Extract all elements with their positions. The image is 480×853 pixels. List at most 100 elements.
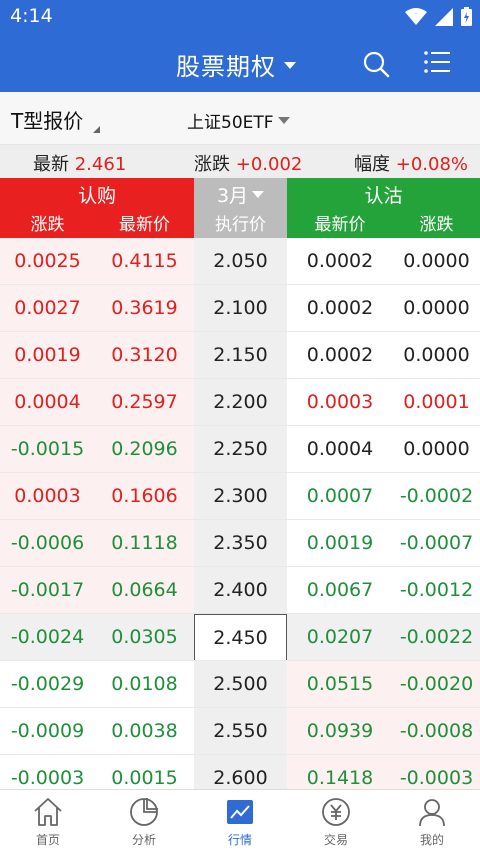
put-change-cell[interactable]: 0.0000 — [393, 332, 480, 379]
table-row[interactable]: -0.0017 0.0664 2.400 0.0067 -0.0012 — [0, 567, 480, 614]
put-change-cell[interactable]: -0.0012 — [393, 567, 480, 614]
call-last-cell[interactable]: 0.2597 — [95, 379, 194, 426]
call-change-cell[interactable]: -0.0003 — [0, 755, 95, 789]
put-last-cell[interactable]: 0.0003 — [287, 379, 393, 426]
table-row[interactable]: 0.0019 0.3120 2.150 0.0002 0.0000 — [0, 332, 480, 379]
product-dropdown[interactable]: 股票期权 — [176, 47, 296, 82]
month-selector[interactable]: 3月 — [194, 181, 287, 208]
put-change-cell[interactable]: -0.0007 — [393, 520, 480, 567]
battery-icon — [461, 7, 472, 26]
nav-analysis[interactable]: 分析 — [96, 790, 192, 853]
put-change-cell[interactable]: -0.0002 — [393, 473, 480, 520]
chevron-down-icon — [252, 191, 265, 198]
pct-value: +0.08% — [395, 154, 468, 175]
underlying-label: 上证50ETF — [187, 113, 274, 133]
put-last-cell[interactable]: 0.0002 — [287, 285, 393, 332]
list-menu-icon[interactable] — [423, 49, 451, 75]
table-row[interactable]: 0.0025 0.4115 2.050 0.0002 0.0000 — [0, 238, 480, 285]
call-last-cell[interactable]: 0.1118 — [95, 520, 194, 567]
call-last-cell[interactable]: 0.3120 — [95, 332, 194, 379]
change-label: 涨跌 — [194, 154, 230, 175]
call-change-cell[interactable]: 0.0019 — [0, 332, 95, 379]
nav-mine[interactable]: 我的 — [384, 790, 480, 853]
call-change-cell[interactable]: -0.0009 — [0, 708, 95, 755]
call-last-cell[interactable]: 0.0305 — [95, 614, 194, 661]
table-row[interactable]: 0.0027 0.3619 2.100 0.0002 0.0000 — [0, 285, 480, 332]
strike-column-header: 3月 执行价 — [194, 178, 287, 238]
call-change-cell[interactable]: -0.0029 — [0, 661, 95, 708]
put-last-cell[interactable]: 0.0207 — [287, 614, 393, 661]
call-column-header: 认购 涨跌 最新价 — [0, 178, 194, 238]
strike-cell: 2.150 — [194, 332, 287, 379]
call-change-cell[interactable]: -0.0015 — [0, 426, 95, 473]
change-value: +0.002 — [235, 154, 303, 175]
table-row[interactable]: 0.0004 0.2597 2.200 0.0003 0.0001 — [0, 379, 480, 426]
put-last-cell[interactable]: 0.0007 — [287, 473, 393, 520]
call-last-cell[interactable]: 0.2096 — [95, 426, 194, 473]
put-change-cell[interactable]: -0.0003 — [393, 755, 480, 789]
strike-cell: 2.300 — [194, 473, 287, 520]
put-change-cell[interactable]: 0.0000 — [393, 426, 480, 473]
nav-market[interactable]: 行情 — [192, 790, 288, 853]
call-change-cell[interactable]: 0.0025 — [0, 238, 95, 285]
table-row[interactable]: 0.0003 0.1606 2.300 0.0007 -0.0002 — [0, 473, 480, 520]
put-last-cell[interactable]: 0.0939 — [287, 708, 393, 755]
put-last-cell[interactable]: 0.0002 — [287, 238, 393, 285]
call-last-cell[interactable]: 0.4115 — [95, 238, 194, 285]
call-title: 认购 — [77, 185, 116, 207]
table-row[interactable]: -0.0024 0.0305 2.450 0.0207 -0.0022 — [0, 614, 480, 661]
underlying-selector[interactable]: 上证50ETF — [187, 108, 290, 133]
strike-cell: 2.500 — [194, 661, 287, 708]
call-last-cell[interactable]: 0.3619 — [95, 285, 194, 332]
strike-cell: 2.600 — [194, 755, 287, 789]
board-type-selector[interactable]: T型报价 — [11, 105, 83, 134]
search-icon[interactable] — [362, 50, 390, 78]
call-last-cell[interactable]: 0.1606 — [95, 473, 194, 520]
put-last-cell[interactable]: 0.1418 — [287, 755, 393, 789]
call-change-cell[interactable]: 0.0003 — [0, 473, 95, 520]
put-change-cell[interactable]: -0.0008 — [393, 708, 480, 755]
put-change-cell[interactable]: -0.0020 — [393, 661, 480, 708]
status-time: 4:14 — [10, 5, 53, 27]
nav-home[interactable]: 首页 — [0, 790, 96, 853]
table-row[interactable]: -0.0029 0.0108 2.500 0.0515 -0.0020 — [0, 661, 480, 708]
table-row[interactable]: -0.0003 0.0015 2.600 0.1418 -0.0003 — [0, 755, 480, 789]
call-last-cell[interactable]: 0.0664 — [95, 567, 194, 614]
call-change-cell[interactable]: -0.0024 — [0, 614, 95, 661]
put-change-cell[interactable]: 0.0001 — [393, 379, 480, 426]
nav-trade[interactable]: 交易 — [288, 790, 384, 853]
call-change-cell[interactable]: -0.0006 — [0, 520, 95, 567]
latest-quote: 最新 2.461 — [33, 150, 126, 176]
put-change-cell[interactable]: 0.0000 — [393, 285, 480, 332]
call-last-cell[interactable]: 0.0108 — [95, 661, 194, 708]
call-last-cell[interactable]: 0.0038 — [95, 708, 194, 755]
change-quote: 涨跌 +0.002 — [194, 150, 302, 176]
call-last-header: 最新价 — [119, 215, 170, 235]
put-change-cell[interactable]: -0.0022 — [393, 614, 480, 661]
put-last-cell[interactable]: 0.0515 — [287, 661, 393, 708]
call-last-cell[interactable]: 0.0015 — [95, 755, 194, 789]
put-last-header: 最新价 — [314, 215, 366, 235]
nav-trade-label: 交易 — [323, 833, 348, 847]
app-header: 股票期权 — [0, 35, 480, 92]
put-change-cell[interactable]: 0.0000 — [393, 238, 480, 285]
strike-cell: 2.550 — [194, 708, 287, 755]
pct-label: 幅度 — [354, 154, 390, 175]
strike-header: 执行价 — [215, 215, 266, 235]
call-change-cell[interactable]: -0.0017 — [0, 567, 95, 614]
pct-quote: 幅度 +0.08% — [354, 150, 468, 176]
chevron-down-icon — [277, 117, 290, 124]
table-row[interactable]: -0.0006 0.1118 2.350 0.0019 -0.0007 — [0, 520, 480, 567]
put-last-cell[interactable]: 0.0002 — [287, 332, 393, 379]
table-row[interactable]: -0.0009 0.0038 2.550 0.0939 -0.0008 — [0, 708, 480, 755]
chevron-down-icon — [284, 62, 296, 69]
call-change-cell[interactable]: 0.0027 — [0, 285, 95, 332]
put-last-cell[interactable]: 0.0067 — [287, 567, 393, 614]
table-row[interactable]: -0.0015 0.2096 2.250 0.0004 0.0000 — [0, 426, 480, 473]
put-last-cell[interactable]: 0.0019 — [287, 520, 393, 567]
call-change-cell[interactable]: 0.0004 — [0, 379, 95, 426]
market-chart-icon — [227, 800, 253, 824]
strike-cell: 2.400 — [194, 567, 287, 614]
put-last-cell[interactable]: 0.0004 — [287, 426, 393, 473]
corner-triangle-icon — [93, 126, 100, 133]
